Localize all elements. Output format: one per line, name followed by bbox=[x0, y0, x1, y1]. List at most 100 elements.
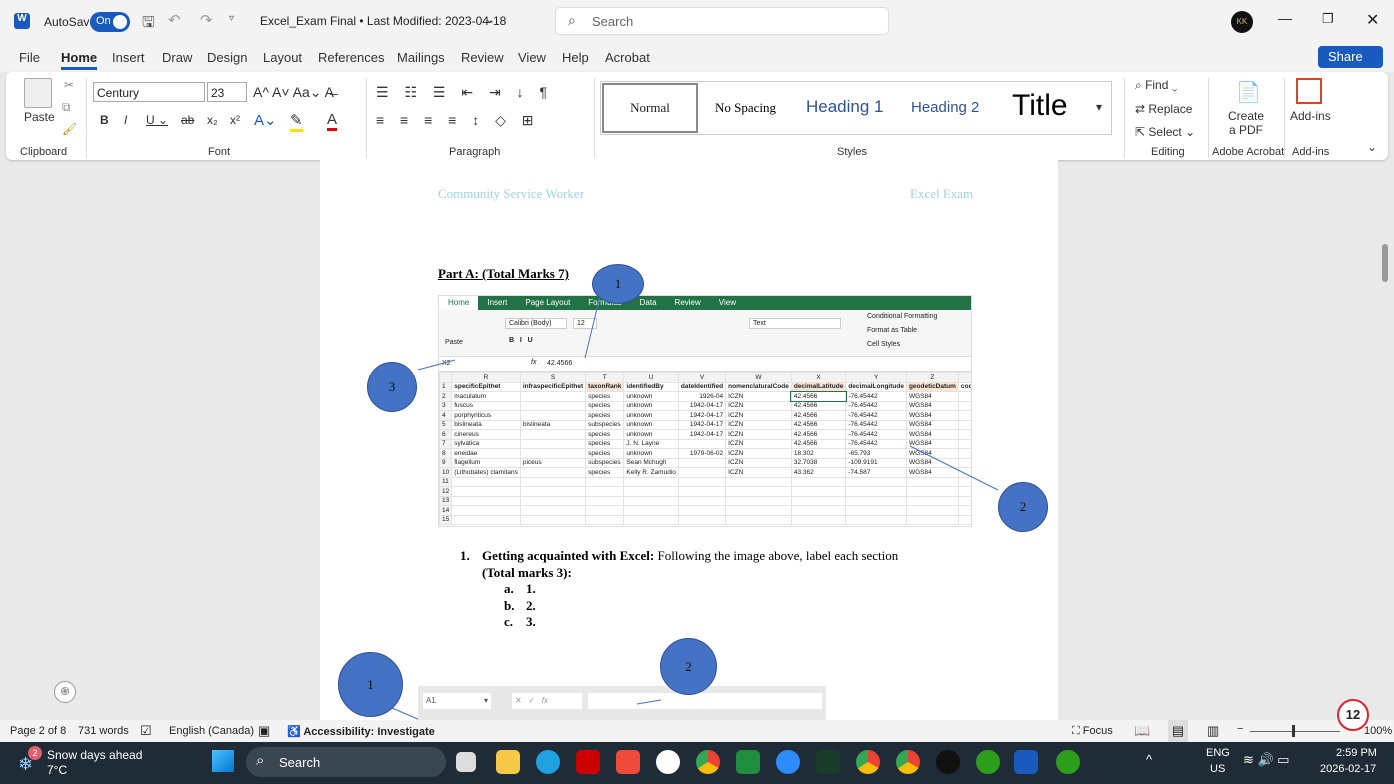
search-box[interactable]: ⌕ Search bbox=[555, 7, 889, 35]
google-icon[interactable] bbox=[656, 750, 680, 774]
tab-review[interactable]: Review bbox=[461, 50, 504, 65]
tab-draw[interactable]: Draw bbox=[162, 50, 192, 65]
undo-icon[interactable]: ↶ bbox=[168, 11, 181, 29]
replace-button[interactable]: ⇄ Replace bbox=[1135, 102, 1192, 116]
style-heading-1[interactable]: Heading 1 bbox=[806, 97, 884, 117]
tab-file[interactable]: File bbox=[19, 50, 40, 65]
superscript-icon[interactable]: x² bbox=[230, 113, 240, 127]
word-taskbar-icon[interactable] bbox=[1014, 750, 1038, 774]
classroom-icon[interactable] bbox=[736, 750, 760, 774]
save-icon[interactable]: 🖫 bbox=[142, 12, 155, 37]
share-button[interactable]: Share ⌄ bbox=[1318, 46, 1383, 68]
document-title[interactable]: Excel_Exam Final • Last Modified: 2023-0… bbox=[260, 14, 506, 28]
keyboard-layout[interactable]: US bbox=[1210, 763, 1225, 775]
italic-icon[interactable]: I bbox=[124, 113, 127, 127]
strikethrough-icon[interactable]: ab bbox=[181, 113, 194, 127]
task-view-icon[interactable] bbox=[456, 752, 476, 772]
close-icon[interactable]: ✕ bbox=[1366, 10, 1379, 30]
notification-badge[interactable]: 12 bbox=[1337, 699, 1369, 731]
wifi-volume-battery-icons[interactable]: ≋ 🔊 ▭ bbox=[1243, 752, 1290, 768]
tab-view[interactable]: View bbox=[518, 50, 546, 65]
style-heading-2[interactable]: Heading 2 bbox=[911, 99, 979, 116]
focus-button[interactable]: ⛶ Focus bbox=[1072, 725, 1113, 738]
copy-icon[interactable]: ⧉ bbox=[62, 100, 71, 115]
zoom-level[interactable]: 100% bbox=[1364, 725, 1392, 737]
avatar[interactable]: KK bbox=[1231, 11, 1253, 33]
highlight-icon[interactable]: ✎ bbox=[290, 111, 303, 132]
collapse-ribbon-icon[interactable]: ⌄ bbox=[1367, 140, 1377, 154]
answer-b[interactable]: b.2. bbox=[504, 598, 536, 615]
tab-help[interactable]: Help bbox=[562, 50, 589, 65]
zoom-out-icon[interactable]: − bbox=[1237, 723, 1243, 735]
paste-button[interactable]: Paste bbox=[24, 110, 55, 124]
fingerprint-icon[interactable]: ֍ bbox=[54, 681, 76, 703]
print-layout-icon[interactable]: ▤ bbox=[1168, 720, 1188, 742]
text-effects-icon[interactable]: A⌄ bbox=[254, 111, 277, 129]
tab-design[interactable]: Design bbox=[207, 50, 247, 65]
tab-mailings[interactable]: Mailings bbox=[397, 50, 445, 65]
chrome-profile-icon[interactable] bbox=[856, 750, 880, 774]
find-button[interactable]: ⌕ Find ⌄ bbox=[1135, 78, 1177, 93]
restore-icon[interactable]: ❐ bbox=[1322, 11, 1334, 27]
answer-c[interactable]: c.3. bbox=[504, 614, 536, 631]
tab-acrobat[interactable]: Acrobat bbox=[605, 50, 650, 65]
vertical-scrollbar[interactable] bbox=[1382, 244, 1388, 282]
format-painter-icon[interactable]: 🖌 bbox=[62, 122, 77, 136]
redo-icon[interactable]: ↷ bbox=[200, 11, 213, 29]
read-mode-icon[interactable]: 📖 bbox=[1134, 723, 1150, 739]
font-name-select[interactable]: Century bbox=[93, 82, 205, 102]
answer-a[interactable]: a.1. bbox=[504, 581, 536, 598]
underline-icon[interactable]: U ⌄ bbox=[146, 113, 168, 127]
zoom-slider[interactable] bbox=[1250, 731, 1340, 732]
accessibility-status[interactable]: ♿ Accessibility: Investigate bbox=[287, 725, 435, 738]
page-count[interactable]: Page 2 of 8 bbox=[10, 725, 66, 737]
style-title[interactable]: Title bbox=[1012, 89, 1068, 123]
grow-font-icon[interactable]: A^ A˅ Aa⌄ A̶ bbox=[253, 84, 334, 101]
add-ins-icon[interactable] bbox=[1296, 78, 1322, 104]
cut-icon[interactable]: ✂ bbox=[64, 78, 74, 92]
styles-more-icon[interactable]: ▾ bbox=[1096, 100, 1102, 114]
clock-time[interactable]: 2:59 PM bbox=[1336, 747, 1377, 759]
web-layout-icon[interactable]: ▥ bbox=[1207, 723, 1219, 739]
customize-toolbar-icon[interactable]: ▿ bbox=[229, 13, 234, 24]
font-color-icon[interactable]: A bbox=[327, 111, 337, 131]
tab-home[interactable]: Home bbox=[61, 50, 97, 70]
macro-icon[interactable]: ▣ bbox=[258, 723, 270, 739]
language-indicator[interactable]: ENG bbox=[1206, 747, 1230, 759]
quickbooks-2-icon[interactable] bbox=[1056, 750, 1080, 774]
autosave-toggle[interactable]: On bbox=[90, 12, 130, 32]
add-ins-button[interactable]: Add-ins bbox=[1290, 109, 1331, 123]
app-2-icon[interactable] bbox=[936, 750, 960, 774]
quickbooks-icon[interactable] bbox=[976, 750, 1000, 774]
clock-date[interactable]: 2026-02-17 bbox=[1320, 763, 1376, 775]
font-size-select[interactable]: 23 bbox=[207, 82, 247, 102]
chrome-profile-2-icon[interactable] bbox=[896, 750, 920, 774]
paste-icon[interactable] bbox=[24, 78, 52, 108]
acrobat-icon[interactable] bbox=[576, 750, 600, 774]
create-pdf-button[interactable]: Create a PDF bbox=[1228, 109, 1264, 137]
start-icon[interactable] bbox=[212, 750, 234, 772]
weather-title[interactable]: Snow days ahead bbox=[47, 748, 142, 762]
tab-references[interactable]: References bbox=[318, 50, 384, 65]
select-button[interactable]: ⇱ Select ⌄ bbox=[1135, 125, 1195, 139]
minimize-icon[interactable]: — bbox=[1278, 10, 1292, 26]
list-icons[interactable]: ☰ ☷ ☰ ⇤ ⇥ ↓ ¶ bbox=[376, 84, 553, 101]
chrome-icon[interactable] bbox=[696, 750, 720, 774]
tray-chevron-icon[interactable]: ^ bbox=[1146, 752, 1152, 767]
bold-icon[interactable]: B bbox=[100, 113, 109, 127]
edge-icon[interactable] bbox=[536, 750, 560, 774]
style-no-spacing[interactable]: No Spacing bbox=[715, 100, 776, 116]
proofing-icon[interactable]: ☑ bbox=[140, 723, 152, 739]
app-icon[interactable] bbox=[816, 750, 840, 774]
word-count[interactable]: 731 words bbox=[78, 725, 129, 737]
tab-layout[interactable]: Layout bbox=[263, 50, 302, 65]
zoom-icon[interactable] bbox=[776, 750, 800, 774]
file-explorer-icon[interactable] bbox=[496, 750, 520, 774]
taskbar-search[interactable]: ⌕ Search bbox=[246, 747, 446, 777]
tab-insert[interactable]: Insert bbox=[112, 50, 145, 65]
alignment-icons[interactable]: ≡ ≡ ≡ ≡ ↕ ◇ ⊞ bbox=[376, 112, 540, 129]
style-normal[interactable]: Normal bbox=[602, 83, 698, 133]
subscript-icon[interactable]: x₂ bbox=[207, 113, 218, 127]
chevron-down-icon[interactable]: ⌄ bbox=[485, 13, 494, 26]
create-pdf-icon[interactable]: 📄 bbox=[1236, 80, 1261, 105]
